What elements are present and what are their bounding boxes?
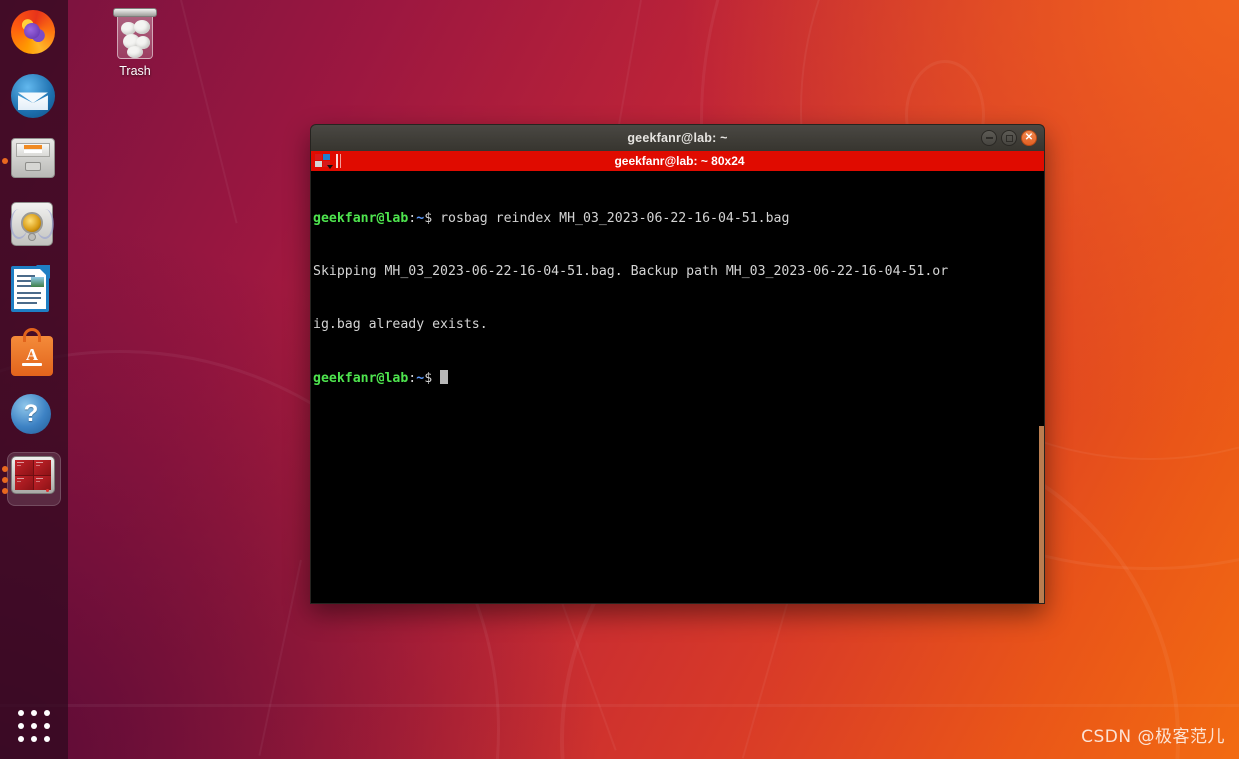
wallpaper-line (258, 559, 302, 756)
launcher-dock: A ? (0, 0, 68, 759)
terminal-line: ig.bag already exists. (313, 316, 1044, 334)
terminal-titlebar[interactable]: geekfanr@lab: ~ ✕ (310, 124, 1045, 151)
running-indicator (2, 158, 8, 164)
terminal-window-title: geekfanr@lab: ~ (627, 131, 728, 145)
terminal-menu-icon[interactable] (315, 154, 333, 169)
terminal-scrollbar[interactable] (1039, 426, 1044, 603)
wallpaper-line (560, 599, 617, 751)
launcher-item-ubuntu-software[interactable]: A (7, 326, 61, 380)
file-manager-icon (11, 138, 57, 184)
wallpaper-line (615, 0, 642, 139)
desktop-icon-trash[interactable]: Trash (104, 8, 166, 78)
launcher-item-rhythmbox[interactable] (7, 198, 61, 252)
firefox-icon (11, 10, 57, 56)
terminal-command: rosbag reindex MH_03_2023-06-22-16-04-51… (440, 210, 790, 226)
watermark-text: CSDN @极客范儿 (1081, 727, 1225, 747)
wallpaper-line (180, 0, 238, 224)
terminal-screen[interactable]: geekfanr@lab:~$ rosbag reindex MH_03_202… (310, 171, 1045, 604)
maximize-button[interactable] (1001, 130, 1017, 146)
launcher-item-terminal[interactable] (2, 452, 61, 506)
wallpaper-line (0, 704, 1239, 707)
running-indicator (2, 466, 8, 472)
terminal-icon (11, 456, 57, 502)
close-button[interactable]: ✕ (1021, 130, 1037, 146)
launcher-item-help[interactable]: ? (7, 390, 61, 444)
music-player-icon (10, 202, 57, 248)
software-bag-icon: A (11, 328, 57, 376)
wallpaper-line (741, 589, 792, 759)
document-icon (11, 265, 57, 312)
help-question-icon: ? (11, 394, 57, 440)
app-grid-icon (18, 710, 24, 716)
minimize-button[interactable] (981, 130, 997, 146)
running-indicator (2, 477, 8, 483)
terminal-line: geekfanr@lab:~$ rosbag reindex MH_03_202… (313, 210, 790, 226)
prompt-user-host: geekfanr@lab (313, 210, 409, 226)
thunderbird-icon (11, 74, 57, 120)
terminal-cursor (440, 369, 449, 384)
window-controls: ✕ (981, 130, 1037, 146)
terminal-line: Skipping MH_03_2023-06-22-16-04-51.bag. … (313, 263, 1044, 281)
terminal-tabbar: geekfanr@lab: ~ 80x24 (310, 151, 1045, 171)
terminal-line: geekfanr@lab:~$ (313, 369, 1044, 388)
launcher-item-files[interactable] (2, 134, 61, 188)
launcher-item-libreoffice-writer[interactable] (7, 262, 61, 316)
terminal-output: ig.bag already exists. (313, 317, 488, 333)
tab-separator (340, 154, 341, 168)
launcher-item-thunderbird[interactable] (7, 70, 61, 124)
trash-bin-icon (113, 8, 157, 60)
show-applications-button[interactable] (7, 699, 61, 753)
running-indicator (2, 488, 8, 494)
desktop: A ? Trash geekfanr@lab: ~ ✕ geekfanr@lab… (0, 0, 1239, 759)
trash-label: Trash (119, 64, 151, 78)
terminal-output: Skipping MH_03_2023-06-22-16-04-51.bag. … (313, 263, 949, 279)
terminal-tab-label[interactable]: geekfanr@lab: ~ 80x24 (341, 154, 1018, 168)
tab-separator (336, 154, 338, 168)
launcher-item-firefox[interactable] (7, 6, 61, 60)
terminal-window[interactable]: geekfanr@lab: ~ ✕ geekfanr@lab: ~ 80x24 … (310, 124, 1045, 604)
